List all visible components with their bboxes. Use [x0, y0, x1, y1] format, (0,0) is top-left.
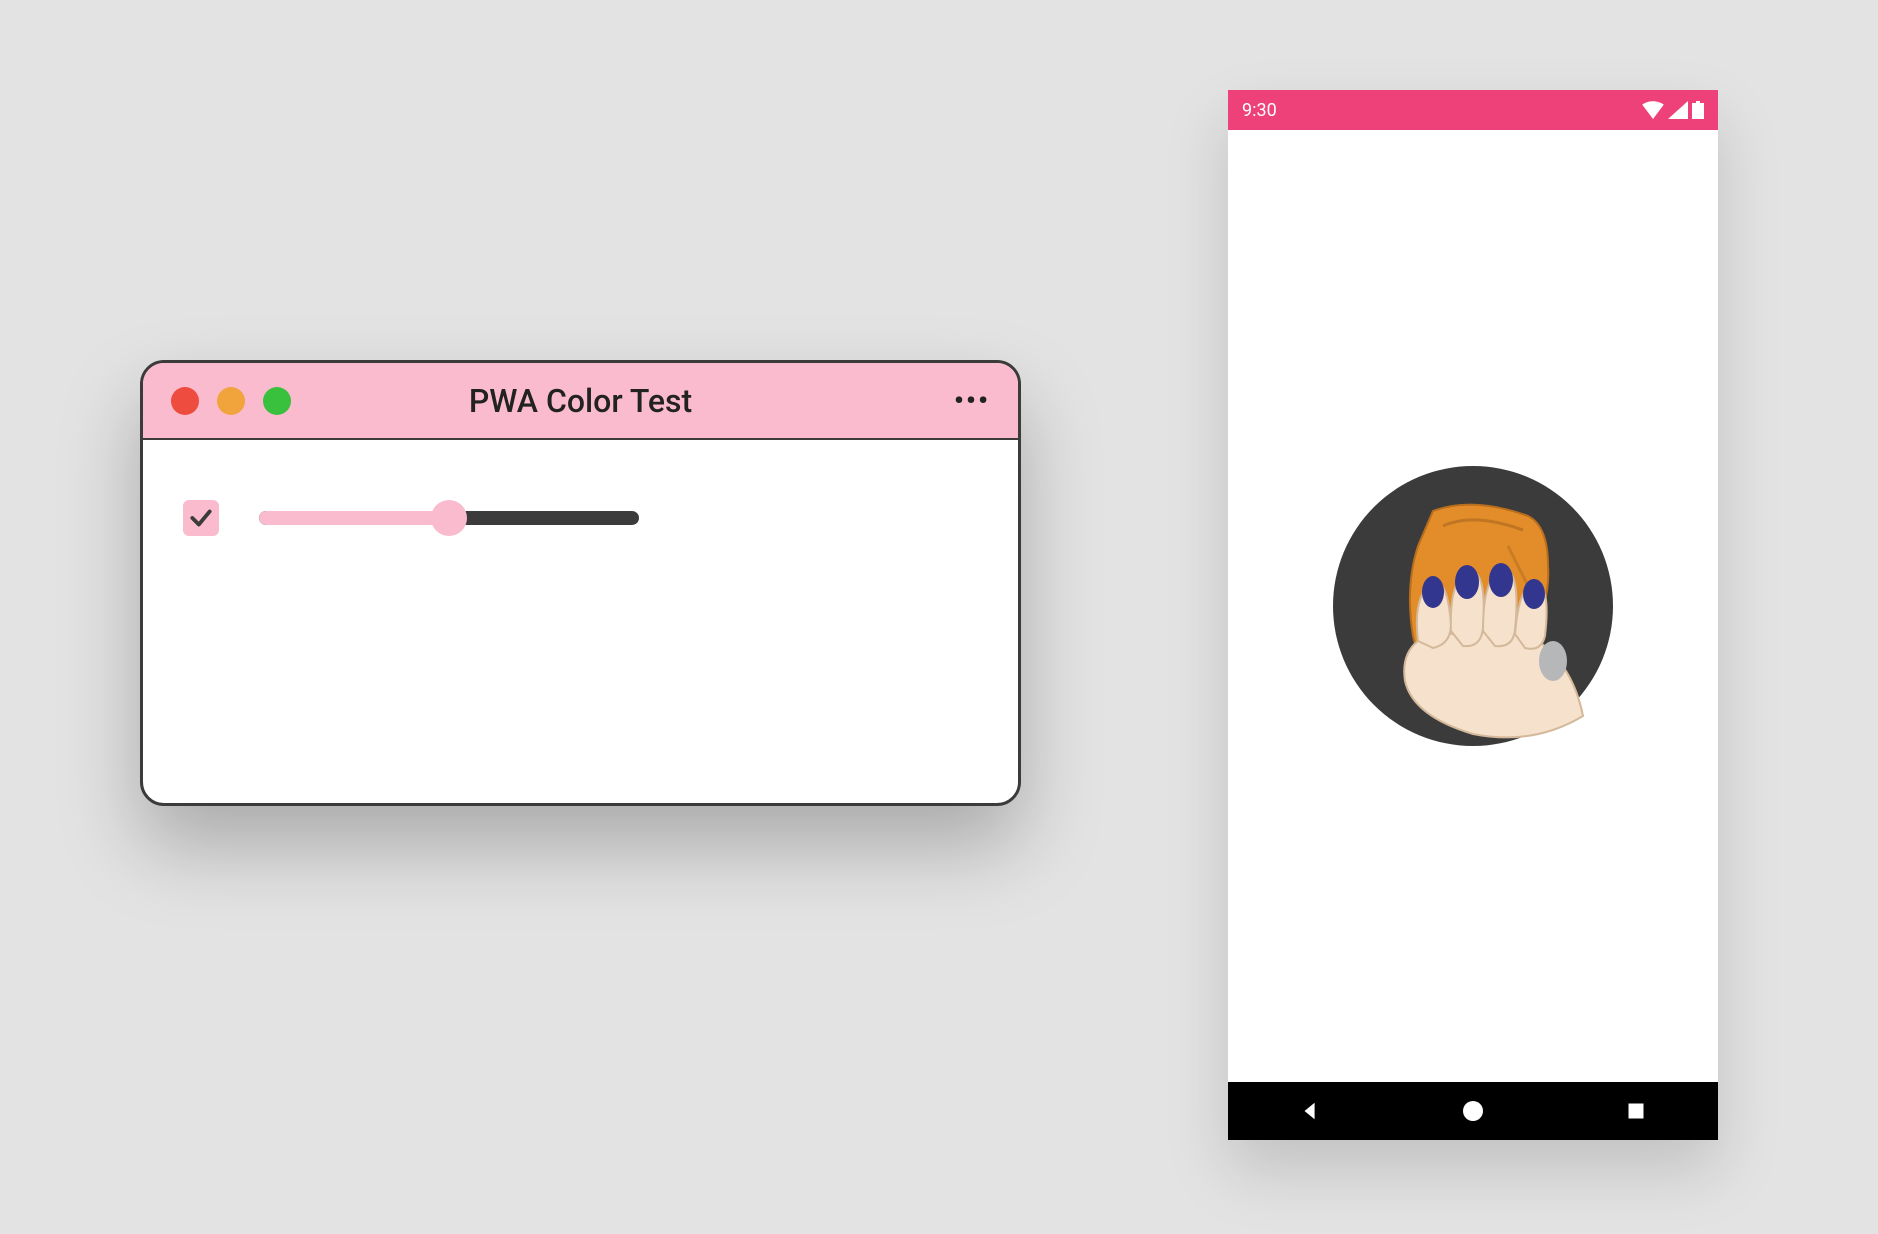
- accent-slider[interactable]: [259, 500, 639, 536]
- battery-icon: [1692, 101, 1704, 119]
- recents-button[interactable]: [1622, 1097, 1650, 1125]
- status-bar: 9:30: [1228, 90, 1718, 130]
- back-button[interactable]: [1296, 1097, 1324, 1125]
- slider-thumb[interactable]: [431, 500, 467, 536]
- window-titlebar[interactable]: PWA Color Test •••: [143, 363, 1018, 438]
- traffic-lights: [171, 387, 291, 415]
- back-icon: [1299, 1100, 1321, 1122]
- wifi-icon: [1642, 101, 1664, 119]
- canvas: PWA Color Test ••• 9:30: [0, 0, 1878, 1234]
- window-body: [143, 440, 1018, 803]
- minimize-button[interactable]: [217, 387, 245, 415]
- slider-fill: [259, 511, 449, 525]
- status-time: 9:30: [1242, 100, 1277, 121]
- hand-crushing-can-icon: [1323, 456, 1623, 756]
- navigation-bar: [1228, 1082, 1718, 1140]
- home-button[interactable]: [1459, 1097, 1487, 1125]
- desktop-pwa-window: PWA Color Test •••: [140, 360, 1021, 806]
- signal-icon: [1668, 101, 1688, 119]
- status-icons: [1642, 101, 1704, 119]
- accent-checkbox[interactable]: [183, 500, 219, 536]
- recents-icon: [1626, 1101, 1646, 1121]
- splash-screen: [1228, 130, 1718, 1082]
- phone-mock: 9:30: [1228, 90, 1718, 1140]
- window-menu-button[interactable]: •••: [954, 384, 990, 417]
- home-icon: [1461, 1099, 1485, 1123]
- zoom-button[interactable]: [263, 387, 291, 415]
- check-icon: [188, 505, 214, 531]
- close-button[interactable]: [171, 387, 199, 415]
